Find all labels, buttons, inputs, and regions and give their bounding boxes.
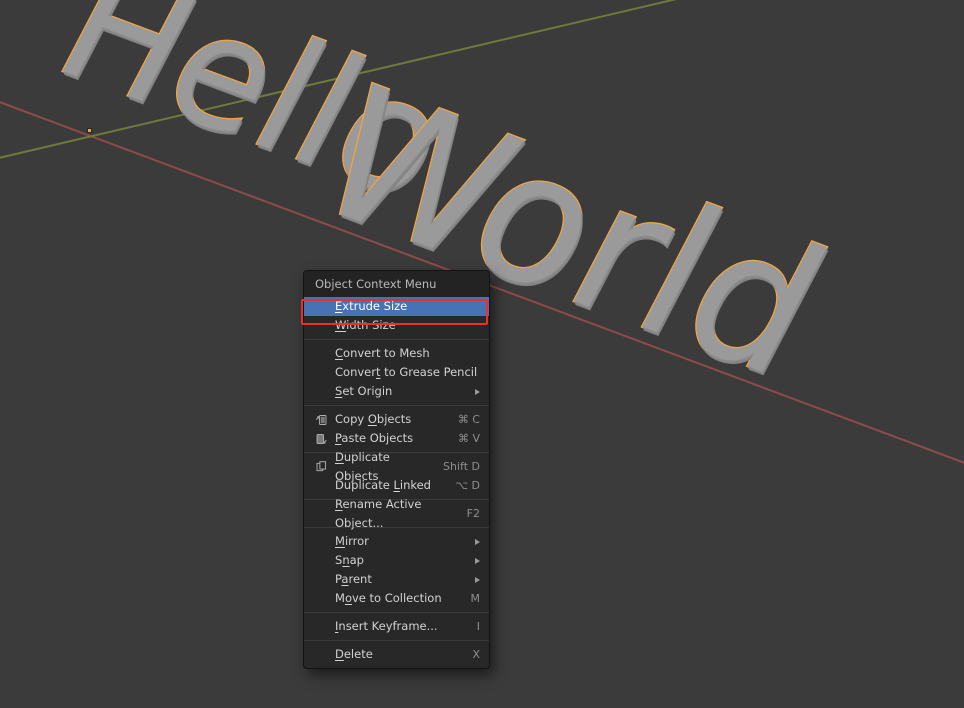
menu-item-label: Parent xyxy=(335,572,372,586)
paste-icon xyxy=(315,432,328,445)
menu-separator xyxy=(304,405,489,406)
menu-separator xyxy=(304,640,489,641)
menu-item-label: Convert to Grease Pencil xyxy=(335,365,478,379)
menu-item-label: Duplicate Linked xyxy=(335,478,431,492)
object-context-menu[interactable]: Object Context Menu Extrude Size Width Si… xyxy=(303,270,490,669)
menu-item-extrude-size[interactable]: Extrude Size xyxy=(304,297,489,316)
copy-icon xyxy=(315,413,328,426)
menu-item-label: Convert to Mesh xyxy=(335,346,430,360)
menu-item-paste-objects[interactable]: Paste Objects ⌘ V xyxy=(304,429,489,448)
context-menu-title: Object Context Menu xyxy=(304,271,489,297)
menu-item-shortcut: ⌘ C xyxy=(457,413,480,426)
menu-item-label: Mirror xyxy=(335,534,369,548)
menu-item-snap[interactable]: Snap xyxy=(304,551,489,570)
chevron-right-icon xyxy=(475,557,480,564)
menu-item-label: Move to Collection xyxy=(335,591,442,605)
menu-item-shortcut: F2 xyxy=(466,507,480,520)
menu-separator xyxy=(304,612,489,613)
duplicate-icon xyxy=(315,460,328,473)
menu-item-label: Insert Keyframe... xyxy=(335,619,438,633)
menu-item-parent[interactable]: Parent xyxy=(304,570,489,589)
menu-item-label: Copy Objects xyxy=(335,412,412,426)
menu-item-label: Extrude Size xyxy=(335,299,408,313)
menu-item-shortcut: Shift D xyxy=(443,460,480,473)
menu-item-label: Delete xyxy=(335,647,373,661)
chevron-right-icon xyxy=(475,388,480,395)
menu-item-label: Width Size xyxy=(335,318,396,332)
context-menu-items: Extrude Size Width Size Convert to Mesh Con… xyxy=(304,297,489,664)
grid-line xyxy=(856,0,964,708)
menu-item-convert-to-grease-pencil[interactable]: Convert to Grease Pencil xyxy=(304,363,489,382)
menu-item-width-size[interactable]: Width Size xyxy=(304,316,489,335)
menu-item-label: Paste Objects xyxy=(335,431,414,445)
menu-item-duplicate-linked[interactable]: Duplicate Linked ⌥ D xyxy=(304,476,489,495)
menu-item-move-to-collection[interactable]: Move to Collection M xyxy=(304,589,489,608)
menu-item-copy-objects[interactable]: Copy Objects ⌘ C xyxy=(304,410,489,429)
menu-item-label: Set Origin xyxy=(335,384,393,398)
menu-item-label: Rename Active Object... xyxy=(335,496,422,530)
menu-item-duplicate-objects[interactable]: Duplicate Objects Shift D xyxy=(304,450,489,483)
menu-item-shortcut: ⌥ D xyxy=(455,479,480,492)
menu-item-delete[interactable]: Delete X xyxy=(304,645,489,664)
world-origin-point xyxy=(87,128,92,133)
chevron-right-icon xyxy=(475,576,480,583)
menu-item-shortcut: I xyxy=(476,620,480,633)
menu-item-rename-active-object[interactable]: Rename Active Object... F2 xyxy=(304,497,489,530)
menu-separator xyxy=(304,339,489,340)
menu-item-mirror[interactable]: Mirror xyxy=(304,532,489,551)
menu-item-shortcut: ⌘ V xyxy=(457,432,480,445)
menu-item-insert-keyframe[interactable]: Insert Keyframe... I xyxy=(304,617,489,636)
menu-item-set-origin[interactable]: Set Origin xyxy=(304,382,489,401)
chevron-right-icon xyxy=(475,538,480,545)
menu-item-label: Snap xyxy=(335,553,364,567)
menu-item-shortcut: X xyxy=(472,648,480,661)
menu-item-shortcut: M xyxy=(470,592,481,605)
menu-item-convert-to-mesh[interactable]: Convert to Mesh xyxy=(304,344,489,363)
